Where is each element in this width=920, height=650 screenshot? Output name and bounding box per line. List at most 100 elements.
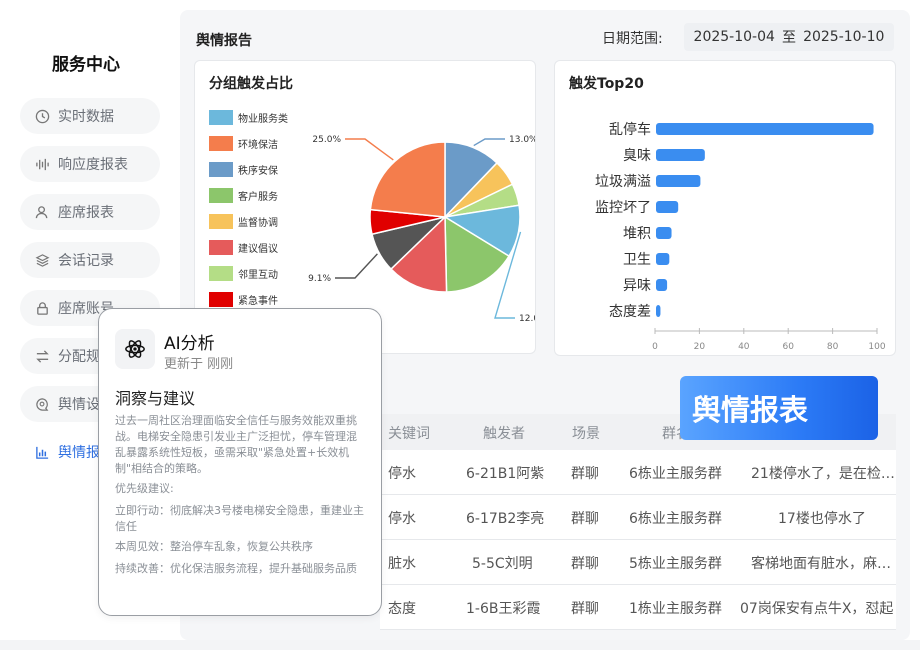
legend-label: 物业服务类 bbox=[238, 113, 288, 125]
column-header-user[interactable]: 触发者 bbox=[483, 423, 525, 443]
cell-keyword: 脏水 bbox=[388, 556, 416, 572]
bar-category-label: 卫生 bbox=[623, 252, 651, 268]
sidebar-item-response[interactable]: 响应度报表 bbox=[20, 146, 160, 182]
bar-category-label: 监控坏了 bbox=[595, 200, 651, 216]
swap-icon bbox=[34, 348, 50, 364]
legend-swatch bbox=[209, 135, 233, 151]
column-header-keyword[interactable]: 关键词 bbox=[388, 423, 430, 443]
cell-content: 17楼也停水了 bbox=[778, 511, 866, 527]
ai-panel-heading: 洞察与建议 bbox=[115, 389, 196, 408]
pie-data-label: 9.1% bbox=[308, 274, 331, 284]
legend-label: 秩序安保 bbox=[238, 165, 278, 177]
pie-data-label: 12.0% bbox=[519, 314, 535, 324]
bar-category-label: 异味 bbox=[623, 278, 651, 294]
pie-chart-title: 分组触发占比 bbox=[209, 76, 293, 92]
ai-panel-updated: 更新于 刚刚 bbox=[164, 357, 234, 372]
x-tick-label: 100 bbox=[868, 342, 885, 351]
x-tick-label: 40 bbox=[738, 342, 750, 351]
table-row[interactable]: 脏水 5-5C刘明 群聊 5栋业主服务群 客梯地面有脏水，麻… bbox=[380, 540, 896, 585]
sidebar-item-label: 座席报表 bbox=[58, 205, 114, 221]
table-row[interactable]: 停水 6-17B2李亮 群聊 6栋业主服务群 17楼也停水了 bbox=[380, 495, 896, 540]
table-row[interactable]: 停水 6-21B1阿紫 群聊 6栋业主服务群 21楼停水了，是在检… bbox=[380, 450, 896, 495]
pie-data-label: 25.0% bbox=[312, 135, 341, 145]
bar[interactable] bbox=[656, 227, 672, 239]
bar-category-label: 态度差 bbox=[609, 304, 651, 320]
cell-content: 客梯地面有脏水，麻… bbox=[751, 556, 891, 572]
user-icon bbox=[34, 204, 50, 220]
pie-leader-line bbox=[345, 138, 394, 161]
legend-item[interactable]: 客户服务 bbox=[209, 187, 278, 203]
legend-swatch bbox=[209, 291, 233, 307]
cell-scene: 群聊 bbox=[571, 556, 599, 572]
date-range-picker[interactable]: 2025-10-04 至 2025-10-10 bbox=[684, 23, 894, 51]
lock-icon bbox=[34, 300, 50, 316]
legend-swatch bbox=[209, 161, 233, 177]
bar[interactable] bbox=[656, 201, 679, 213]
sidebar-item-label: 响应度报表 bbox=[58, 157, 128, 173]
cell-scene: 群聊 bbox=[571, 511, 599, 527]
pie-chart: 13.0% 12.0% 9.1% 25.0% bbox=[308, 135, 535, 324]
bar[interactable] bbox=[656, 123, 874, 135]
bar-category-label: 垃圾满溢 bbox=[595, 174, 651, 190]
bar-category-label: 臭味 bbox=[623, 148, 651, 164]
bar-chart-card: 触发Top20 乱停车 臭味 垃圾满溢 监控坏了 堆积 卫生 异味 态度差 0 20 40 60 80 1… bbox=[554, 60, 896, 356]
legend-label: 建议倡议 bbox=[238, 243, 278, 255]
pie-slice[interactable] bbox=[369, 141, 446, 218]
date-separator: 至 bbox=[781, 30, 796, 46]
legend-label: 邻里互动 bbox=[238, 269, 278, 281]
cell-group: 5栋业主服务群 bbox=[629, 556, 722, 572]
legend-label: 客户服务 bbox=[238, 191, 278, 203]
chat-search-icon bbox=[34, 396, 50, 412]
bar[interactable] bbox=[656, 305, 661, 317]
bar[interactable] bbox=[656, 175, 701, 187]
cell-user: 5-5C刘明 bbox=[472, 556, 533, 572]
ai-priority-item: 立即行动：彻底解决3号楼电梯安全隐患，重建业主信任 bbox=[115, 504, 364, 533]
legend-label: 紧急事件 bbox=[238, 295, 278, 307]
legend-swatch bbox=[209, 187, 233, 203]
cell-user: 1-6B王彩霞 bbox=[466, 601, 541, 617]
legend-item[interactable]: 邻里互动 bbox=[209, 265, 278, 281]
cell-group: 6栋业主服务群 bbox=[629, 466, 722, 482]
atom-icon bbox=[115, 329, 155, 369]
ai-priority-label: 优先级建议: bbox=[115, 482, 174, 495]
brand-title: 服务中心 bbox=[52, 55, 120, 75]
legend-swatch bbox=[209, 265, 233, 281]
pie-leader-line bbox=[335, 253, 378, 279]
cell-group: 1栋业主服务群 bbox=[629, 601, 722, 617]
clock-icon bbox=[34, 108, 50, 124]
date-end[interactable]: 2025-10-10 bbox=[803, 29, 884, 45]
sound-wave-icon bbox=[34, 156, 50, 172]
date-start[interactable]: 2025-10-04 bbox=[694, 29, 775, 45]
x-tick-label: 20 bbox=[694, 342, 706, 351]
legend-item[interactable]: 环境保洁 bbox=[209, 135, 278, 151]
column-header-scene[interactable]: 场景 bbox=[572, 423, 600, 443]
cell-content: 21楼停水了，是在检… bbox=[751, 466, 895, 482]
legend-item[interactable]: 秩序安保 bbox=[209, 161, 278, 177]
sidebar-item-realtime[interactable]: 实时数据 bbox=[20, 98, 160, 134]
bar[interactable] bbox=[656, 149, 705, 161]
ai-panel-title: AI分析 bbox=[164, 334, 215, 354]
app-window: 服务中心 实时数据 响应度报表 座席报表 会话记录 座席账号 分配规则 舆情设置 bbox=[0, 0, 920, 640]
bar-chart-icon bbox=[34, 444, 50, 460]
date-range-label: 日期范围: bbox=[602, 31, 663, 47]
sidebar-item-agent-report[interactable]: 座席报表 bbox=[20, 194, 160, 230]
legend-item[interactable]: 物业服务类 bbox=[209, 109, 288, 125]
layers-icon bbox=[34, 252, 50, 268]
legend-item[interactable]: 建议倡议 bbox=[209, 239, 278, 255]
bar-chart: 乱停车臭味垃圾满溢监控坏了堆积卫生异味态度差 0 20 40 60 80 100 bbox=[595, 121, 886, 351]
cell-user: 6-17B2李亮 bbox=[466, 511, 545, 527]
sidebar-item-sessions[interactable]: 会话记录 bbox=[20, 242, 160, 278]
bar[interactable] bbox=[656, 253, 670, 265]
legend-label: 环境保洁 bbox=[238, 139, 278, 151]
legend-item[interactable]: 紧急事件 bbox=[209, 291, 278, 307]
bar[interactable] bbox=[656, 279, 668, 291]
cell-group: 6栋业主服务群 bbox=[629, 511, 722, 527]
bar-chart-title: 触发Top20 bbox=[569, 76, 644, 92]
bar-category-label: 乱停车 bbox=[609, 121, 651, 138]
page-title: 舆情报告 bbox=[196, 33, 252, 49]
legend-item[interactable]: 监督协调 bbox=[209, 213, 278, 229]
cell-scene: 群聊 bbox=[571, 601, 599, 617]
table-row[interactable]: 态度 1-6B王彩霞 群聊 1栋业主服务群 07岗保安有点牛X，怼起 bbox=[380, 585, 896, 630]
cell-keyword: 态度 bbox=[388, 601, 416, 617]
ai-analysis-panel: AI分析 更新于 刚刚 洞察与建议 过去一周社区治理面临安全信任与服务效能双重挑… bbox=[98, 308, 382, 616]
